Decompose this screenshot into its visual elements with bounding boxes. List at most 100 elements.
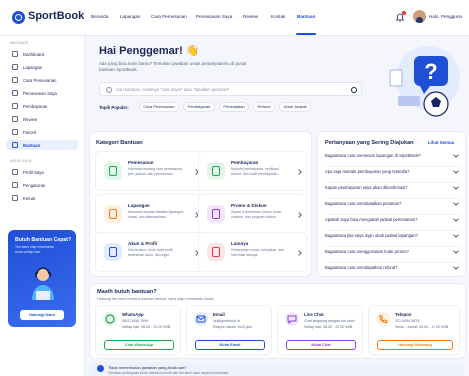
faq-item[interactable]: Bagaimana cara mendapatkan refund? — [325, 258, 461, 279]
chip-pembatalan[interactable]: Pembatalan — [219, 102, 249, 112]
quick-help-card: Butuh Bantuan Cepat? Tim kami siap memba… — [8, 230, 76, 327]
channel-hours: Respon dalam 1x24 jam — [213, 325, 252, 329]
sidebar-item-label: Bantuan — [23, 142, 41, 148]
chip-pembayaran[interactable]: Pembayaran — [183, 102, 215, 112]
category-name: Pembayaran — [231, 160, 259, 165]
sidebar-item-label: Review — [23, 116, 38, 122]
call-now-button[interactable]: Hubungi Sekarang — [377, 340, 453, 350]
nav-beranda[interactable]: Beranda — [91, 14, 108, 19]
faq-question: Bagaimana cara memesan lapangan di Sport… — [325, 153, 421, 158]
channel-detail: cs@sportbook.id — [213, 319, 240, 323]
sidebar-item-label: Pemesanan Saya — [23, 90, 57, 96]
chevron-down-icon — [453, 232, 459, 238]
chevron-right-icon — [296, 250, 302, 256]
sidebar-item-pemesanan-saya[interactable]: Pemesanan Saya — [6, 88, 78, 98]
nav-cara-pemesanan[interactable]: Cara Pemesanan — [151, 14, 187, 19]
category-desc: Metode pembayaran, verifikasi, refund, d… — [231, 167, 280, 176]
sidebar-item-review[interactable]: Review — [6, 114, 78, 124]
notification-badge — [402, 11, 406, 15]
brand-name[interactable]: SportBook — [28, 10, 84, 22]
sidebar-item-cara-pemesanan[interactable]: Cara Pemesanan — [6, 75, 78, 85]
phone-icon — [376, 312, 390, 326]
send-email-button[interactable]: Kirim Email — [195, 340, 265, 350]
chip-refund[interactable]: Refund — [253, 102, 275, 112]
sidebar-item-lapangan[interactable]: Lapangan — [6, 62, 78, 72]
chevron-down-icon — [453, 200, 459, 206]
category-name: Pemesanan — [128, 160, 154, 165]
sidebar-item-keluar[interactable]: Keluar — [6, 193, 78, 203]
chevron-right-icon — [296, 212, 302, 218]
whatsapp-icon — [103, 312, 117, 326]
faq-card: Pertanyaan yang Sering Diajukan Bagaiman… — [317, 131, 466, 277]
category-promo[interactable]: Promo & Diskon Syarat & ketentuan promo,… — [198, 194, 307, 234]
chip-cara-pemesanan[interactable]: Cara Pemesanan — [139, 102, 179, 112]
help-search-input[interactable]: Cari bantuan, misalnya "cara bayar" atau… — [99, 82, 362, 96]
chevron-down-icon — [453, 248, 459, 254]
faq-question: Apakah saya bisa mengubah jadwal pemesan… — [325, 217, 418, 222]
card-icon — [12, 103, 18, 109]
user-icon — [104, 243, 122, 261]
page-title: Hai Penggemar! 👋 — [99, 45, 200, 57]
category-desc: Informasi tentang cara pemesanan, jam, j… — [128, 167, 184, 176]
contact-title: Masih butuh bantuan? — [97, 289, 157, 295]
category-desc: Syarat & ketentuan promo, kode voucher, … — [231, 210, 282, 219]
chip-ubah-jadwal[interactable]: Ubah Jadwal — [279, 102, 311, 112]
channel-hours: Setiap hari, 08.00 - 22.00 WIB — [122, 325, 171, 329]
nav-pemesanan-saya[interactable]: Pemesanan Saya — [196, 14, 232, 19]
faq-question: Apa saja metode pembayaran yang tersedia… — [325, 169, 410, 174]
chat-whatsapp-button[interactable]: Chat WhatsApp — [104, 340, 174, 350]
user-avatar[interactable] — [413, 10, 426, 23]
tag-icon — [207, 205, 225, 223]
heart-icon — [12, 129, 18, 135]
sidebar-item-pengaturan[interactable]: Pengaturan — [6, 180, 78, 190]
info-subtext: Kirimkan pertanyaan Anda melalui formuli… — [108, 371, 229, 375]
sidebar-item-favorit[interactable]: Favorit — [6, 127, 78, 137]
category-desc: Kelola akun, ubah data profil, keamanan … — [128, 248, 174, 257]
search-submit-icon[interactable] — [351, 86, 357, 93]
category-desc: Pertanyaan umum, kebijakan, dan informas… — [231, 248, 285, 257]
category-pembayaran[interactable]: Pembayaran Metode pembayaran, verifikasi… — [198, 151, 307, 191]
faq-see-all-link[interactable]: Lihat Semua — [428, 140, 454, 145]
search-placeholder: Cari bantuan, misalnya "cara bayar" atau… — [116, 87, 230, 92]
hero-subtitle: Ada yang bisa kami bantu? Temukan jawaba… — [99, 61, 247, 72]
hero-section: Hai Penggemar! 👋 Ada yang bisa kami bant… — [89, 38, 372, 122]
category-lainnya[interactable]: Lainnya Pertanyaan umum, kebijakan, dan … — [198, 232, 307, 272]
category-name: Promo & Diskon — [231, 203, 267, 208]
field-icon — [12, 64, 18, 70]
chevron-down-icon — [453, 168, 459, 174]
info-icon — [97, 365, 104, 372]
chat-icon — [285, 312, 299, 326]
search-icon — [106, 86, 112, 93]
user-greeting[interactable]: Halo, Pengguna — [429, 14, 462, 19]
sidebar-item-dashboard[interactable]: Dashboard — [6, 49, 78, 59]
categories-title: Kategori Bantuan — [96, 140, 143, 146]
channel-name: Telepon — [395, 312, 412, 317]
sidebar-item-profil[interactable]: Profil Saya — [6, 167, 78, 177]
sidebar-item-label: Lapangan — [23, 64, 43, 70]
sidebar-item-label: Cara Pemesanan — [23, 77, 57, 83]
channel-name: Email — [213, 312, 225, 317]
nav-review[interactable]: Review — [243, 14, 258, 19]
nav-lapangan[interactable]: Lapangan — [120, 14, 140, 19]
sidebar-item-bantuan[interactable]: Bantuan — [6, 140, 78, 150]
support-agent-illustration — [32, 267, 54, 300]
contact-subtitle: Hubungi tim kami melalui channel berikut… — [97, 297, 215, 301]
start-chat-button[interactable]: Mulai Chat — [286, 340, 356, 350]
chevron-down-icon — [453, 216, 459, 222]
contact-livechat: Live Chat Chat langsung dengan tim kami … — [277, 305, 363, 355]
category-name: Akun & Profil — [128, 241, 158, 246]
sidebar-item-pembayaran[interactable]: Pembayaran — [6, 101, 78, 111]
nav-kontak[interactable]: Kontak — [271, 14, 285, 19]
sportbook-logo-icon[interactable] — [12, 11, 25, 24]
channel-hours: Setiap hari, 08.00 - 22.00 WIB — [304, 325, 353, 329]
contact-us-button[interactable]: Hubungi Kami — [20, 310, 64, 320]
category-pemesanan[interactable]: Pemesanan Informasi tentang cara pemesan… — [95, 151, 204, 191]
nav-bantuan[interactable]: Bantuan — [297, 14, 315, 19]
bottom-info-banner: Tidak menemukan jawaban yang Anda cari? … — [89, 362, 464, 376]
category-lapangan[interactable]: Lapangan Informasi seputar fasilitas lap… — [95, 194, 204, 234]
quick-help-desc: Tim kami siap membantu Anda setiap hari. — [15, 245, 54, 254]
category-akun[interactable]: Akun & Profil Kelola akun, ubah data pro… — [95, 232, 204, 272]
category-name: Lapangan — [128, 203, 150, 208]
wallet-icon — [207, 162, 225, 180]
logout-icon — [12, 195, 18, 201]
